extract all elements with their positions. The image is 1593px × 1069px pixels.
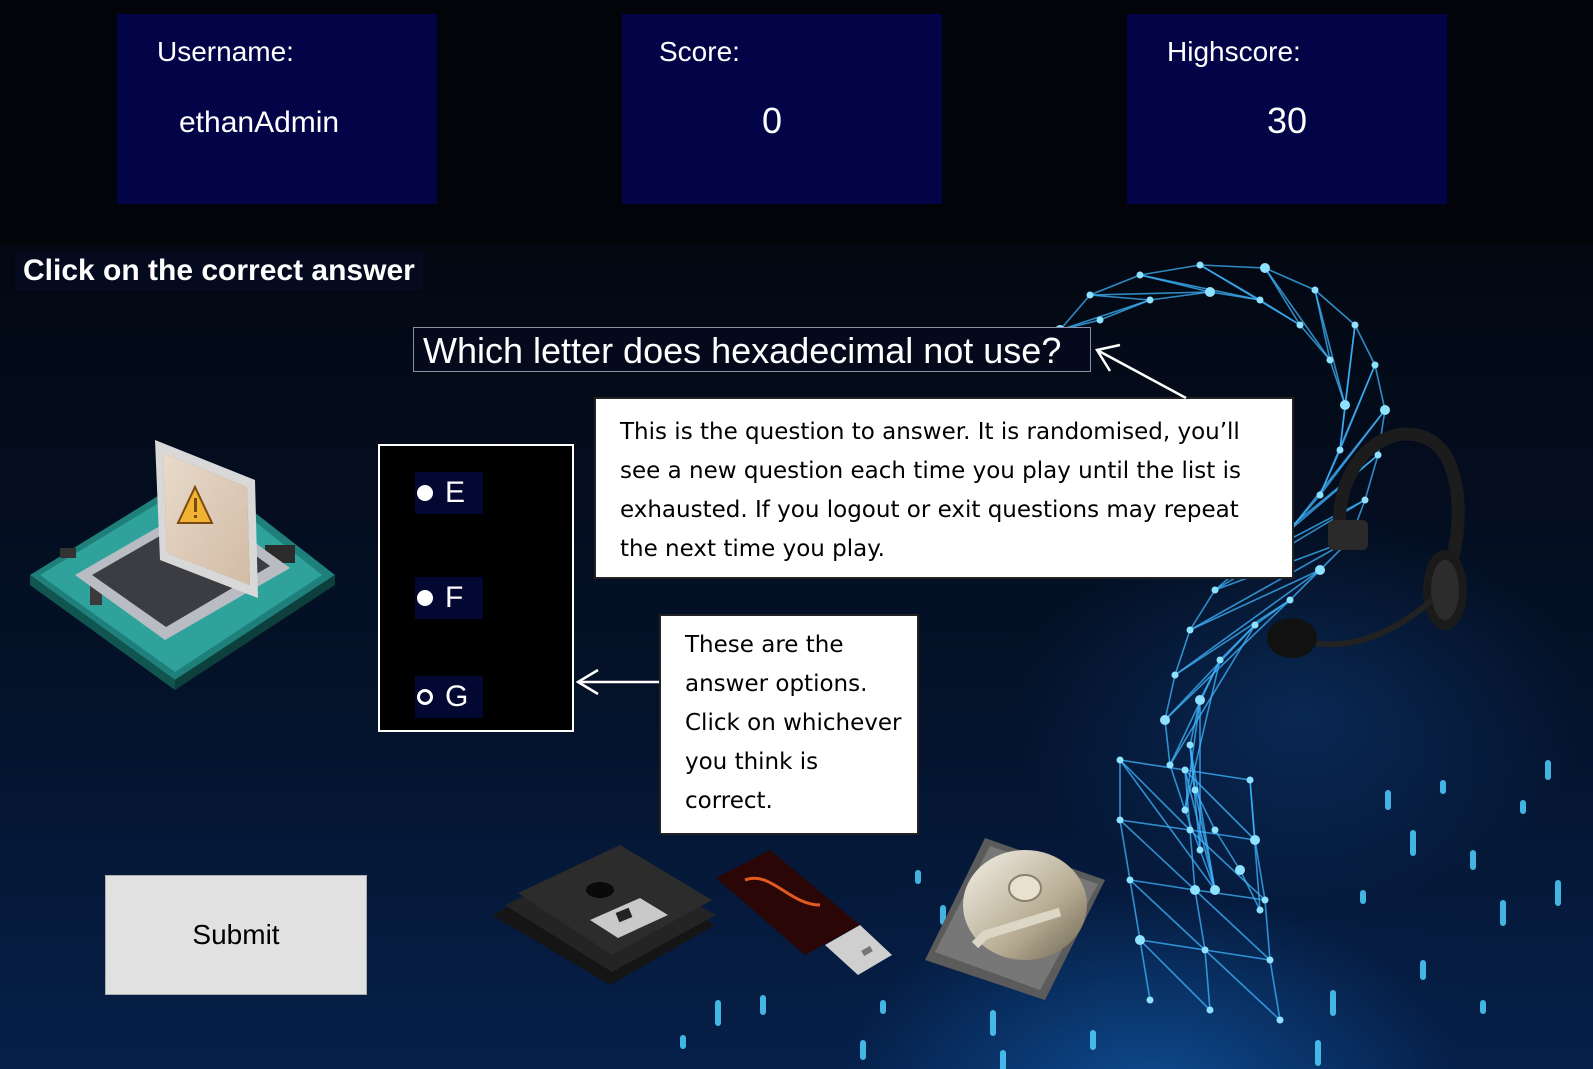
option-g[interactable]: G [415, 676, 483, 718]
radio-button[interactable] [417, 590, 433, 606]
score-panel: Score: 0 [622, 14, 942, 204]
username-label: Username: [157, 36, 294, 67]
instruction-heading: Click on the correct answer [15, 252, 423, 290]
radio-button[interactable] [417, 485, 433, 501]
option-label: E [445, 476, 466, 509]
hard-drive-icon [925, 838, 1105, 1000]
question-callout-text: This is the question to answer. It is ra… [620, 419, 1241, 562]
highscore-label: Highscore: [1167, 36, 1301, 67]
highscore-panel: Highscore: 30 [1127, 14, 1447, 204]
floppy-disks-icon [492, 845, 716, 985]
option-label: F [445, 581, 464, 614]
radio-button[interactable] [417, 689, 433, 705]
option-f[interactable]: F [415, 577, 483, 619]
answer-options-group: E F G [378, 444, 574, 732]
quiz-window: Username: ethanAdmin Score: 0 Highscore:… [0, 0, 1593, 1069]
headset-icon [1267, 427, 1467, 658]
question-text: Which letter does hexadecimal not use? [413, 327, 1091, 372]
option-e[interactable]: E [415, 472, 483, 514]
usb-drive-icon [716, 850, 892, 975]
question-callout: This is the question to answer. It is ra… [594, 397, 1294, 579]
options-callout-text: These are the answer options. Click on w… [685, 632, 902, 814]
username-value: ethanAdmin [179, 106, 340, 139]
laptop-circuit-icon [30, 440, 335, 690]
option-label: G [445, 680, 469, 713]
username-panel: Username: ethanAdmin [117, 14, 437, 204]
submit-button[interactable]: Submit [105, 875, 367, 995]
highscore-value: 30 [1267, 100, 1308, 141]
score-value: 0 [762, 100, 783, 141]
score-label: Score: [659, 36, 740, 67]
options-callout: These are the answer options. Click on w… [659, 614, 919, 835]
